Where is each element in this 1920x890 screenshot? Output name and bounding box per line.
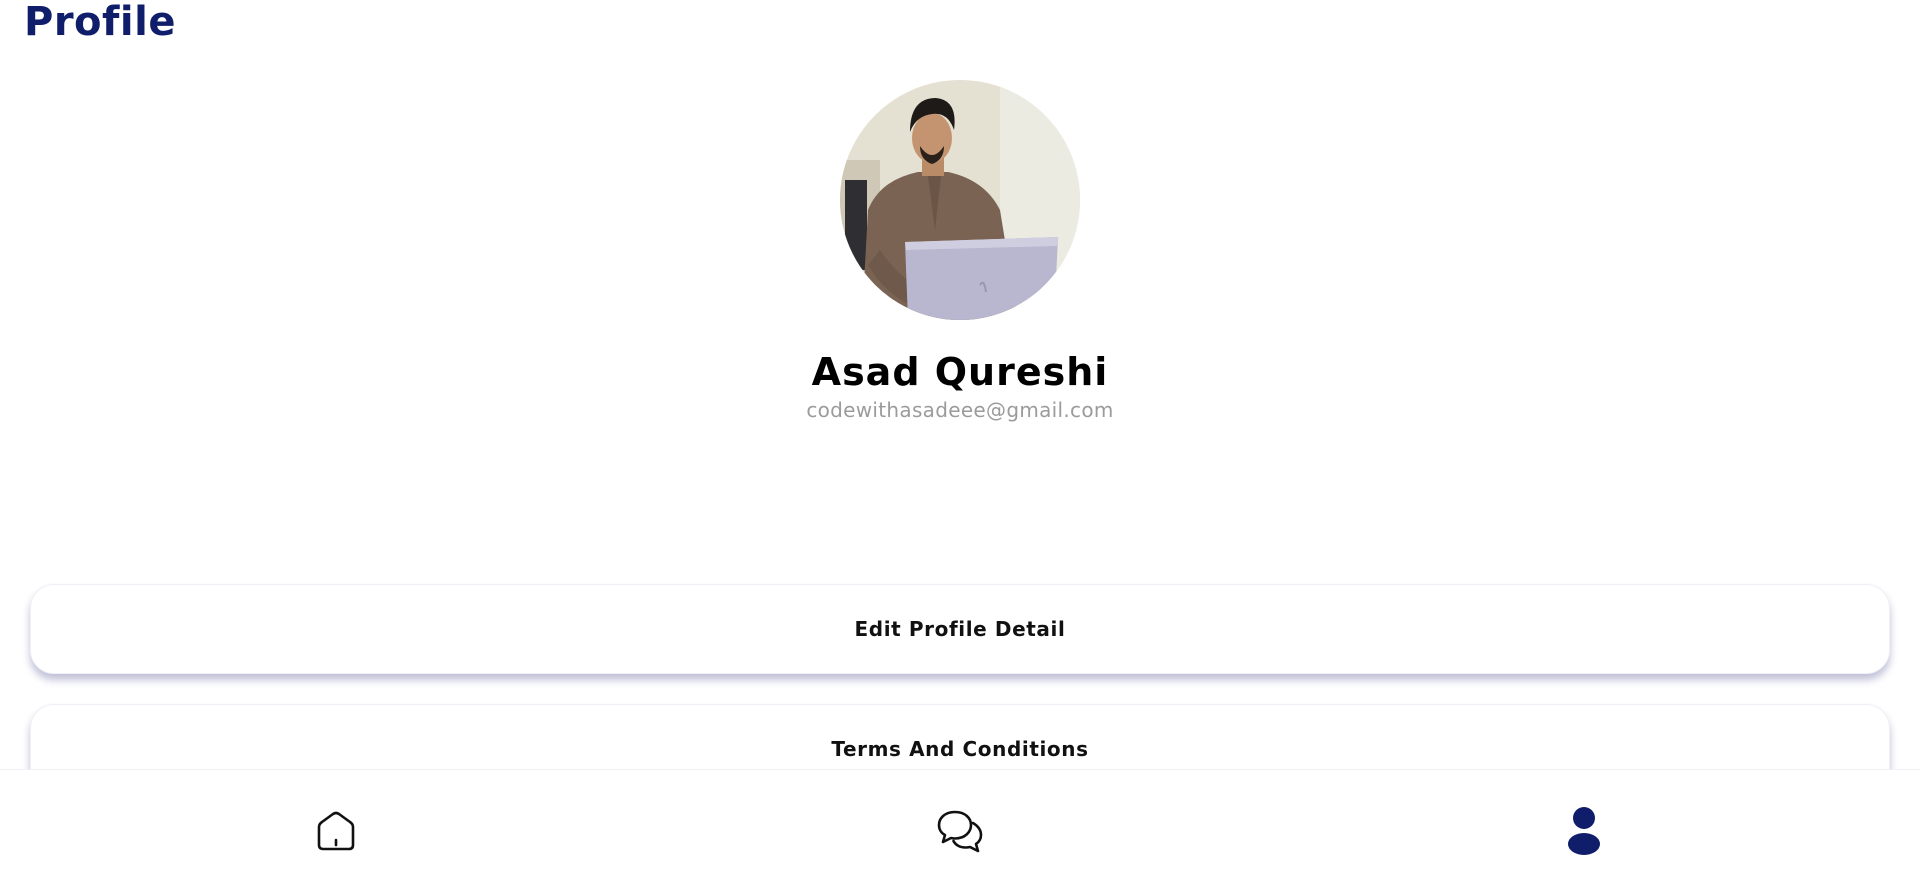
- nav-profile-button[interactable]: [1559, 806, 1609, 856]
- nav-home-button[interactable]: [311, 806, 361, 856]
- user-email: codewithasadeee@gmail.com: [806, 398, 1114, 422]
- bottom-navigation: [0, 769, 1920, 890]
- avatar: [840, 80, 1080, 320]
- terms-and-conditions-label: Terms And Conditions: [831, 737, 1089, 761]
- chat-icon: [937, 810, 983, 853]
- profile-icon: [1568, 807, 1600, 855]
- user-name: Asad Qureshi: [811, 350, 1109, 394]
- nav-chat-button[interactable]: [935, 806, 985, 856]
- profile-screen: Profile Asad Qureshi codewithasadeee@gma…: [0, 0, 1920, 890]
- page-title: Profile: [24, 0, 176, 45]
- edit-profile-detail-button[interactable]: Edit Profile Detail: [30, 584, 1890, 674]
- home-icon: [317, 811, 355, 851]
- avatar-photo: [840, 80, 1080, 320]
- edit-profile-detail-label: Edit Profile Detail: [854, 617, 1066, 641]
